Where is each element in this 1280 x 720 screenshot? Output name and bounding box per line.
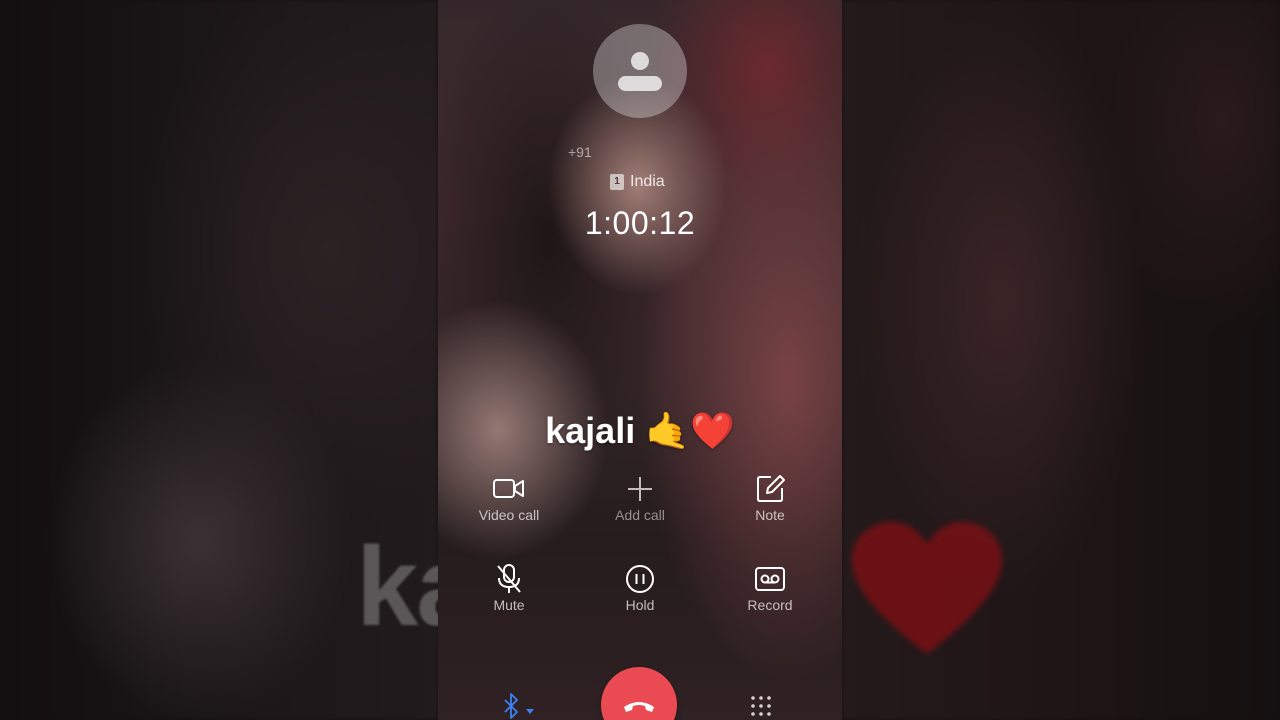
call-bottom-bar <box>438 660 842 720</box>
sim-card-icon: 1 <box>610 174 624 190</box>
phone-hangup-icon <box>624 702 654 712</box>
person-icon <box>618 52 662 91</box>
pause-icon <box>626 565 654 593</box>
plus-icon <box>628 477 652 501</box>
hold-button[interactable]: Hold <box>580 564 700 613</box>
overlay-emojis: 🤙❤️ <box>645 410 735 451</box>
hold-label: Hold <box>625 597 655 613</box>
dialpad-icon <box>751 696 771 716</box>
edit-icon <box>757 475 785 502</box>
sim-location: 1 India <box>610 172 665 192</box>
note-button[interactable]: Note <box>710 474 830 523</box>
bluetooth-icon <box>504 693 534 719</box>
note-label: Note <box>755 507 785 523</box>
blurred-heart-icon <box>852 522 1002 654</box>
caller-number: +91 <box>568 144 592 160</box>
in-call-screen: +91 1 India 1:00:12 kajali 🤙❤️ Video cal… <box>438 0 842 720</box>
caller-avatar <box>593 24 687 118</box>
microphone-off-icon <box>497 564 521 593</box>
call-duration: 1:00:12 <box>584 205 696 241</box>
video-call-label: Video call <box>478 507 540 523</box>
mute-button[interactable]: Mute <box>449 564 569 613</box>
caller-name-overlay: kajali 🤙❤️ <box>438 410 842 452</box>
voicemail-icon <box>755 567 785 591</box>
video-icon <box>493 479 524 498</box>
add-call-button[interactable]: Add call <box>580 474 700 523</box>
record-button[interactable]: Record <box>710 564 830 613</box>
video-call-button[interactable]: Video call <box>449 474 569 523</box>
dialpad-button[interactable] <box>748 694 774 718</box>
add-call-label: Add call <box>615 507 665 523</box>
record-label: Record <box>747 597 793 613</box>
audio-route-button[interactable] <box>500 692 546 720</box>
end-call-button[interactable] <box>601 667 677 720</box>
overlay-name-text: kajali <box>545 410 636 451</box>
caller-location: India <box>630 173 665 190</box>
mute-label: Mute <box>493 597 525 613</box>
